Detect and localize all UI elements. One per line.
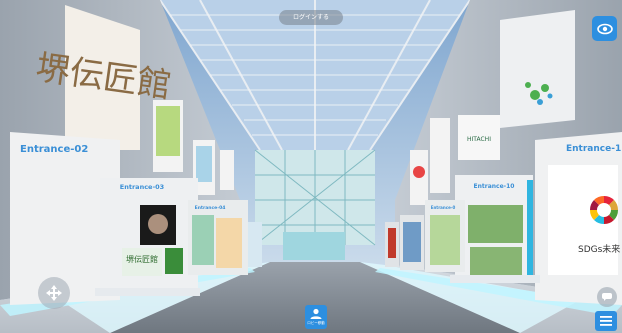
lobby-move-label: ロビー移動 — [307, 321, 325, 325]
3d-exhibition-hall-scene[interactable]: 堺伝匠館 Entrance-02 Entrance-03 堺伝匠館 Entran… — [0, 0, 622, 333]
chat-button[interactable] — [597, 287, 617, 307]
hamburger-menu-icon — [600, 316, 612, 326]
login-button[interactable]: ログインする — [279, 10, 343, 25]
hitachi-sign: HITACHI — [467, 136, 491, 143]
user-avatar-icon — [310, 308, 322, 319]
booth-entrance-04-label: Entrance-04 — [195, 205, 226, 211]
move-arrows-icon — [46, 285, 62, 301]
lobby-move-button[interactable]: ロビー移動 — [305, 305, 327, 329]
eye-icon — [596, 23, 613, 34]
chat-bubble-icon — [602, 293, 612, 301]
menu-button[interactable] — [595, 311, 617, 331]
sdgs-sign: SDGs未来 — [578, 243, 620, 255]
move-control[interactable] — [38, 277, 70, 309]
visibility-toggle-button[interactable] — [592, 16, 617, 41]
booth-poster-kanji: 堺伝匠館 — [126, 254, 158, 264]
booth-entrance-10-label: Entrance-10 — [474, 183, 515, 190]
booth-entrance-02-label: Entrance-02 — [20, 144, 88, 155]
booth-entrance-03-label: Entrance-03 — [120, 183, 164, 191]
booth-entrance-01-label: Entrance-1 — [566, 144, 621, 154]
booth-entrance-partial-label: Entrance-0 — [431, 205, 456, 210]
